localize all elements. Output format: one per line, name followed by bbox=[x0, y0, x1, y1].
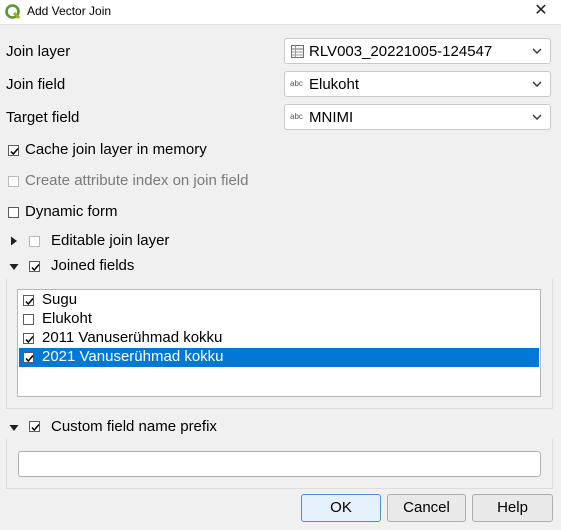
table-icon bbox=[291, 45, 304, 58]
check-icon bbox=[25, 355, 34, 363]
close-icon: ✕ bbox=[534, 2, 548, 19]
join-field-combo[interactable]: abc Elukoht bbox=[284, 71, 551, 97]
prefix-checkbox[interactable] bbox=[29, 421, 40, 432]
chevron-down-icon bbox=[532, 48, 542, 54]
ok-button[interactable]: OK bbox=[301, 494, 381, 522]
field-label: Elukoht bbox=[42, 310, 93, 327]
join-layer-label: Join layer bbox=[6, 43, 71, 60]
attribute-index-label: Create attribute index on join field bbox=[25, 172, 249, 189]
field-checkbox[interactable] bbox=[23, 295, 34, 306]
editable-join-label: Editable join layer bbox=[51, 232, 170, 249]
check-icon bbox=[31, 424, 40, 432]
dynamic-form-label: Dynamic form bbox=[25, 203, 118, 220]
target-field-combo[interactable]: abc MNIMI bbox=[284, 104, 551, 130]
cancel-button[interactable]: Cancel bbox=[387, 494, 466, 522]
target-field-label: Target field bbox=[6, 109, 80, 126]
dynamic-form-checkbox[interactable] bbox=[8, 207, 19, 218]
check-icon bbox=[10, 148, 19, 156]
close-button[interactable]: ✕ bbox=[521, 0, 561, 24]
chevron-down-icon bbox=[532, 114, 542, 120]
joined-fields-checkbox[interactable] bbox=[29, 261, 40, 272]
list-item[interactable]: Sugu bbox=[19, 291, 539, 310]
list-item[interactable]: 2011 Vanuserühmad kokku bbox=[19, 329, 539, 348]
field-checkbox[interactable] bbox=[23, 333, 34, 344]
target-field-value: MNIMI bbox=[309, 109, 354, 126]
list-item-selected[interactable]: 2021 Vanuserühmad kokku bbox=[19, 348, 539, 367]
cache-label: Cache join layer in memory bbox=[25, 141, 207, 158]
list-item[interactable]: Elukoht bbox=[19, 310, 539, 329]
check-icon bbox=[25, 298, 34, 306]
qgis-icon bbox=[5, 4, 21, 20]
string-type-icon: abc bbox=[290, 79, 303, 88]
field-label: Sugu bbox=[42, 291, 78, 308]
string-type-icon: abc bbox=[290, 112, 303, 121]
field-label: 2021 Vanuserühmad kokku bbox=[42, 348, 224, 365]
prefix-input[interactable] bbox=[18, 451, 541, 477]
prefix-label: Custom field name prefix bbox=[51, 418, 217, 435]
field-checkbox[interactable] bbox=[23, 314, 34, 325]
check-icon bbox=[25, 336, 34, 344]
attribute-index-checkbox[interactable] bbox=[8, 176, 19, 187]
field-label: 2011 Vanuserühmad kokku bbox=[42, 329, 223, 346]
collapse-down-icon[interactable] bbox=[9, 423, 19, 433]
chevron-down-icon bbox=[532, 81, 542, 87]
cache-checkbox[interactable] bbox=[8, 145, 19, 156]
check-icon bbox=[31, 264, 40, 272]
help-button[interactable]: Help bbox=[472, 494, 553, 522]
join-layer-value: RLV003_20221005-124547 bbox=[309, 43, 493, 60]
join-layer-combo[interactable]: RLV003_20221005-124547 bbox=[284, 38, 551, 64]
field-checkbox[interactable] bbox=[23, 352, 34, 363]
window-title: Add Vector Join bbox=[27, 4, 112, 18]
join-field-value: Elukoht bbox=[309, 76, 360, 93]
joined-fields-list[interactable]: Sugu Elukoht 2011 Vanuserühmad kokku 202… bbox=[17, 289, 541, 397]
join-field-label: Join field bbox=[6, 76, 66, 93]
title-bar: Add Vector Join ✕ bbox=[0, 0, 561, 25]
joined-fields-label: Joined fields bbox=[51, 257, 135, 274]
editable-join-checkbox[interactable] bbox=[29, 236, 40, 247]
expand-right-icon[interactable] bbox=[9, 236, 19, 246]
collapse-down-icon[interactable] bbox=[9, 262, 19, 272]
